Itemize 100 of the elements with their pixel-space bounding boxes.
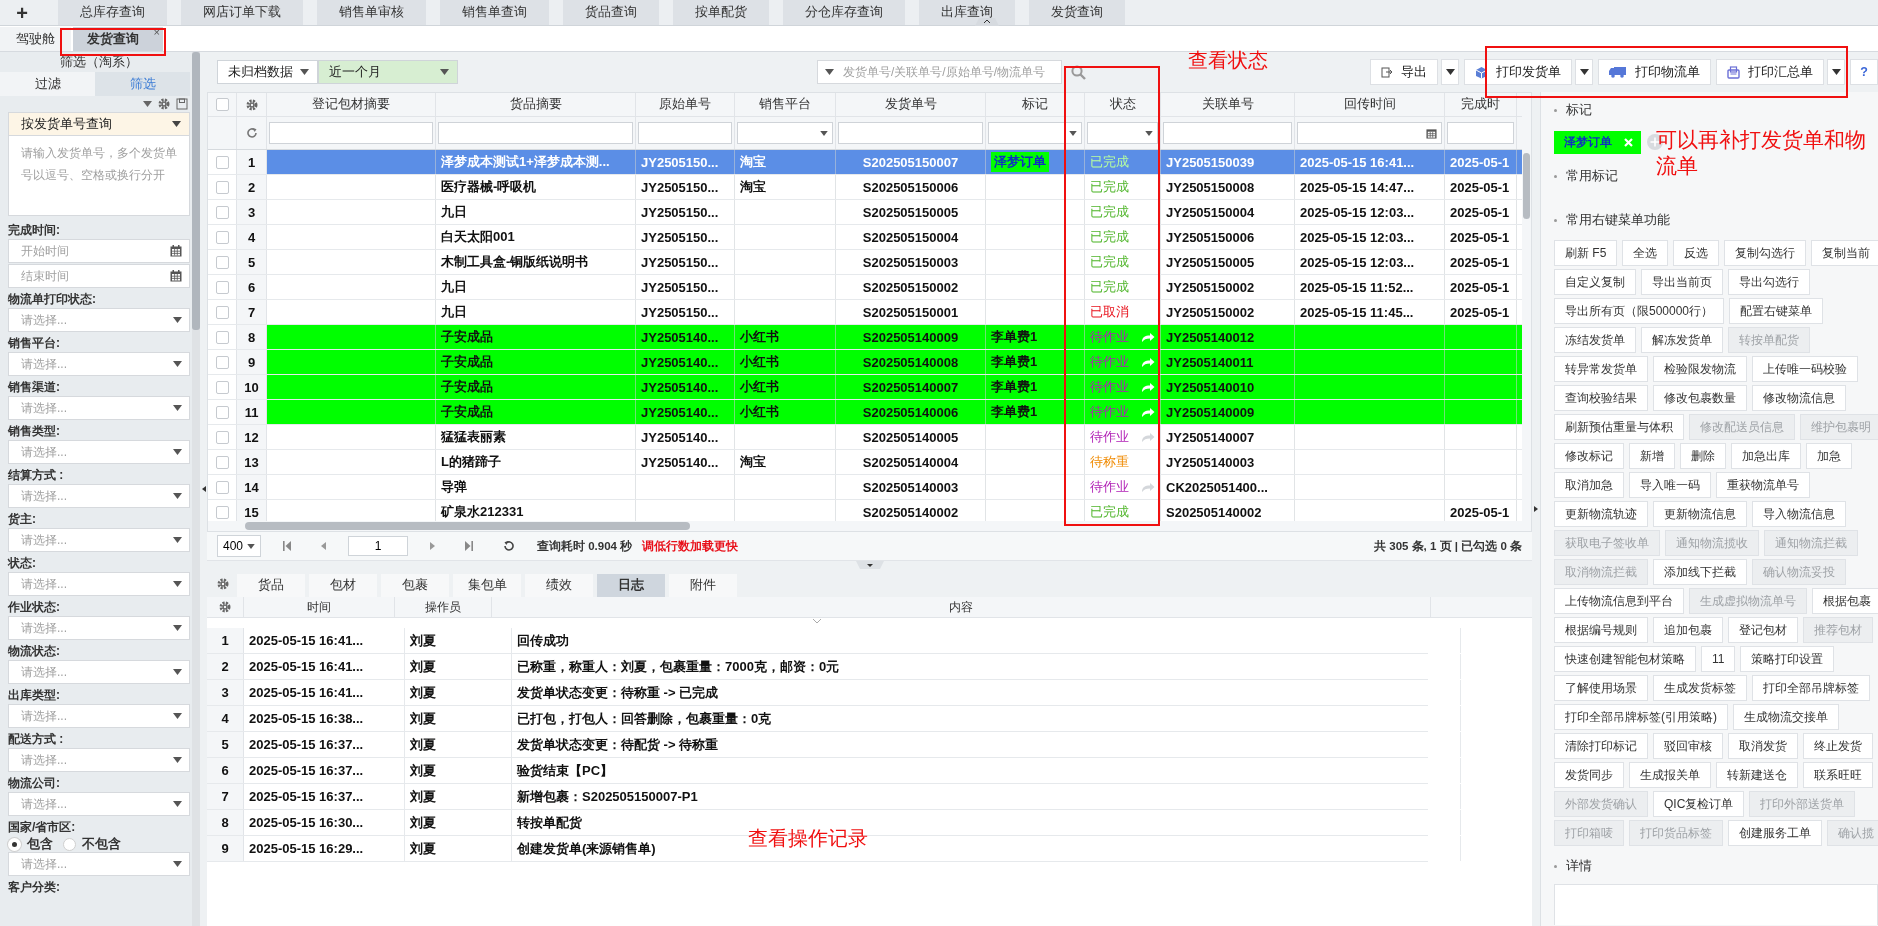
menu-action-button[interactable]: 转异常发货单 xyxy=(1554,356,1648,382)
menu-action-button[interactable]: 复制勾选行 xyxy=(1724,240,1807,266)
menu-action-button[interactable]: 重获物流单号 xyxy=(1716,472,1810,498)
menu-action-button[interactable]: 添加线下拦截 xyxy=(1653,559,1747,585)
search-field[interactable]: 发货单号/关联单号/原始单号/物流单号 xyxy=(817,60,1062,84)
menu-action-button[interactable]: 终止发货 xyxy=(1803,733,1873,759)
column-header[interactable]: 发货单号 xyxy=(836,93,986,116)
toolbar-button[interactable]: 导出 xyxy=(1370,59,1439,85)
column-header[interactable]: 标记 xyxy=(986,93,1085,116)
period-select[interactable]: 近一个月 xyxy=(318,60,458,84)
dropdown-button[interactable] xyxy=(1575,59,1594,85)
table-row[interactable]: 9 子安成品 JY2505140... 小红书 S202505140008 李单费1 待作业 JY2505140011 xyxy=(208,350,1522,375)
archive-select[interactable]: 未归档数据 xyxy=(217,60,318,84)
menu-action-button[interactable]: 加急 xyxy=(1806,443,1852,469)
add-button[interactable]: + xyxy=(0,0,44,25)
select-field[interactable]: 请选择... xyxy=(8,748,190,772)
caret-icon[interactable] xyxy=(173,861,182,867)
table-row[interactable]: 11 子安成品 JY2505140... 小红书 S202505140006 李单费1 待作业 JY2505140009 xyxy=(208,400,1522,425)
menu-action-button[interactable]: 上传物流信息到平台 xyxy=(1554,588,1684,614)
filter-tab[interactable]: 过滤 xyxy=(0,72,95,96)
menu-action-button[interactable]: 删除 xyxy=(1680,443,1726,469)
calendar-icon[interactable] xyxy=(170,270,182,282)
menu-action-button[interactable]: 快速创建智能包材策略 xyxy=(1554,646,1696,672)
caret-icon[interactable] xyxy=(173,713,182,719)
menu-action-button[interactable]: 新增 xyxy=(1629,443,1675,469)
menu-action-button[interactable]: 打印全部吊牌标签 xyxy=(1752,675,1870,701)
caret-icon[interactable] xyxy=(173,801,182,807)
table-row[interactable]: 14 导弹 S202505140003 待作业 CK2025051400... xyxy=(208,475,1522,500)
menu-action-button[interactable]: 导入物流信息 xyxy=(1752,501,1846,527)
caret-icon[interactable] xyxy=(173,757,182,763)
settings-icon[interactable] xyxy=(245,98,258,111)
refresh-icon[interactable] xyxy=(245,127,258,139)
row-checkbox[interactable] xyxy=(215,205,229,219)
page-size-select[interactable]: 400 xyxy=(217,535,261,557)
column-header[interactable]: 操作员 xyxy=(395,597,492,617)
table-row[interactable]: 6 九日 JY2505150... S202505150002 已完成 JY2505150002 2025-05-15 11:52... 2025-05-1 xyxy=(208,275,1522,300)
row-checkbox[interactable] xyxy=(215,155,229,169)
detail-tab[interactable]: 集包单 xyxy=(453,574,521,597)
table-row[interactable]: 5 木制工具盒-铜版纸说明书 JY2505150... S202505150003 已完成 JY2505150005 2025-05-15 12:03... 2025-05-1 xyxy=(208,250,1522,275)
date-field[interactable]: 开始时间 xyxy=(8,239,190,263)
column-filter-field[interactable] xyxy=(438,122,633,144)
menu-action-button[interactable]: 更新物流轨迹 xyxy=(1554,501,1648,527)
select-field[interactable]: 请选择... xyxy=(8,616,190,640)
menu-action-button[interactable]: 登记包材 xyxy=(1728,617,1798,643)
caret-icon[interactable] xyxy=(173,317,182,323)
table-row[interactable]: 8 子安成品 JY2505140... 小红书 S202505140009 李单费1 待作业 JY2505140012 xyxy=(208,325,1522,350)
detail-tab[interactable]: 包裹 xyxy=(381,574,449,597)
menu-action-button[interactable]: 根据包裹 xyxy=(1812,588,1878,614)
nav-tab[interactable]: 按单配货 xyxy=(673,0,769,25)
scrollbar-thumb[interactable] xyxy=(192,52,200,330)
menu-action-button[interactable]: 复制当前 xyxy=(1811,240,1878,266)
menu-action-button[interactable]: 修改物流信息 xyxy=(1752,385,1846,411)
column-header[interactable]: 回传时间 xyxy=(1295,93,1445,116)
menu-action-button[interactable]: 上传唯一码校验 xyxy=(1752,356,1858,382)
menu-action-button[interactable]: 驳回审核 xyxy=(1653,733,1723,759)
menu-action-button[interactable]: 导出当前页 xyxy=(1641,269,1723,295)
menu-action-button[interactable]: 导入唯一码 xyxy=(1629,472,1711,498)
select-field[interactable]: 请选择... xyxy=(8,352,190,376)
row-checkbox[interactable] xyxy=(215,355,229,369)
column-filter-field[interactable] xyxy=(1163,122,1292,144)
dropdown-button[interactable] xyxy=(1441,59,1460,85)
column-filter-field[interactable] xyxy=(838,122,983,144)
page-tab[interactable]: 发货查询 × xyxy=(73,27,163,51)
mark-tag[interactable]: 泽梦订单 xyxy=(1554,130,1641,154)
forward-arrow-icon[interactable] xyxy=(1141,381,1155,393)
table-row[interactable]: 1 泽梦成本测试1+泽梦成本测... JY2505150... 淘宝 S202505150007 泽梦订单 已完成 JY2505150039 2025-05-15 16:41... 2025-05-1 xyxy=(208,150,1522,175)
forward-arrow-icon[interactable] xyxy=(1141,356,1155,368)
page-tab[interactable]: 驾驶舱 xyxy=(0,27,71,51)
radio-option[interactable]: 不包含 xyxy=(63,835,121,853)
column-header[interactable]: 状态 xyxy=(1085,93,1161,116)
menu-action-button[interactable]: 查询校验结果 xyxy=(1554,385,1648,411)
detail-tab[interactable]: 绩效 xyxy=(525,574,593,597)
detail-tab[interactable]: 货品 xyxy=(237,574,305,597)
column-filter-date[interactable] xyxy=(1297,122,1442,144)
column-filter-field[interactable] xyxy=(269,122,433,144)
menu-action-button[interactable]: 导出勾选行 xyxy=(1728,269,1810,295)
caret-icon[interactable] xyxy=(825,69,834,75)
menu-action-button[interactable]: 清除打印标记 xyxy=(1554,733,1648,759)
menu-action-button[interactable]: 修改包裹数量 xyxy=(1653,385,1747,411)
column-header[interactable]: 内容 xyxy=(492,597,1431,617)
select-field[interactable]: 请选择... xyxy=(8,704,190,728)
row-checkbox[interactable] xyxy=(215,480,229,494)
forward-arrow-icon[interactable] xyxy=(1141,481,1155,493)
select-field[interactable]: 请选择... xyxy=(8,660,190,684)
query-input[interactable]: 请输入发货单号，多个发货单号以逗号、空格或换行分开 xyxy=(8,136,190,216)
row-checkbox[interactable] xyxy=(215,255,229,269)
column-header[interactable]: 登记包材摘要 xyxy=(267,93,436,116)
menu-action-button[interactable]: 转新建送仓 xyxy=(1716,762,1798,788)
row-checkbox[interactable] xyxy=(215,330,229,344)
menu-action-button[interactable]: QIC复检订单 xyxy=(1653,791,1745,817)
scrollbar-thumb[interactable] xyxy=(1523,153,1530,219)
menu-action-button[interactable]: 策略打印设置 xyxy=(1740,646,1835,672)
select-field[interactable]: 请选择... xyxy=(8,528,190,552)
row-checkbox[interactable] xyxy=(215,280,229,294)
forward-arrow-icon[interactable] xyxy=(1141,406,1155,418)
select-field[interactable]: 请选择... xyxy=(8,396,190,420)
column-header[interactable]: 完成时 xyxy=(1445,93,1517,116)
menu-action-button[interactable]: 刷新 F5 xyxy=(1554,240,1618,266)
scrollbar-thumb[interactable] xyxy=(245,522,690,530)
column-filter-field[interactable] xyxy=(1447,122,1514,144)
